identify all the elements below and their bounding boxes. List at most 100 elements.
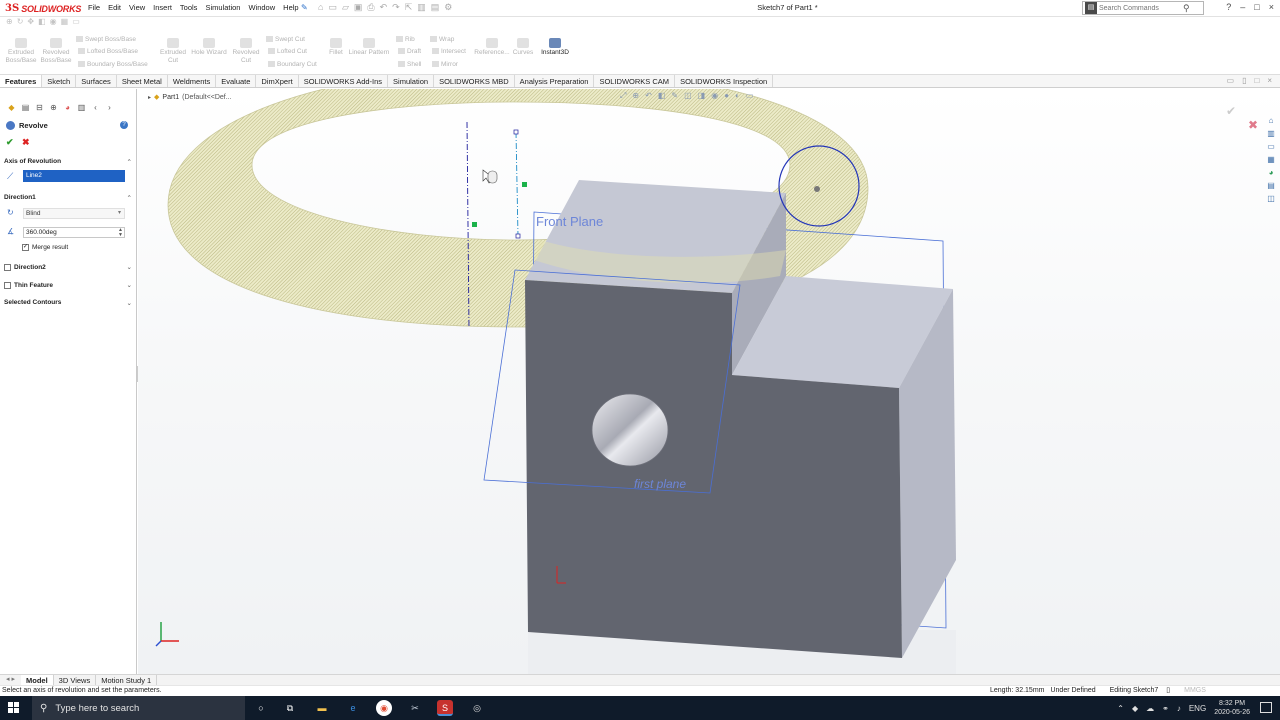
hide-show-icon[interactable]: ◉ [711,91,718,101]
end-condition-select[interactable]: Blind ▾ [23,208,125,219]
selected-contours-section[interactable]: Selected Contours ⌄ [4,299,132,307]
close-doc-icon[interactable]: × [1267,76,1272,85]
tile-doc-icon[interactable]: ▯ [1242,76,1246,85]
mirror-button[interactable]: Mirror [432,61,458,68]
zoom-area-icon[interactable]: ⊕ [632,91,639,101]
tab-features[interactable]: Features [0,75,43,87]
configuration-manager-tab-icon[interactable]: ⊟ [33,102,46,114]
line-endpoint[interactable] [513,129,519,135]
appearance-icon[interactable]: ● [724,91,729,101]
cortana-icon[interactable]: ○ [253,700,269,716]
tab-motion-study[interactable]: Motion Study 1 [96,675,158,685]
display-icon[interactable]: ◉ [50,17,57,31]
breadcrumb[interactable]: ▸ ◆ Part1 (Default<<Def... [148,93,232,102]
display-manager-tab-icon[interactable]: ◕ [61,102,74,114]
pan-icon[interactable]: ✥ [27,17,34,31]
section-icon[interactable]: ▦ [61,17,69,31]
fillet-button[interactable]: Fillet [325,38,347,57]
property-manager-tab-icon[interactable]: ▤ [19,102,32,114]
tabs-next-icon[interactable]: › [103,102,116,114]
display-style-icon[interactable]: ◨ [698,91,706,101]
confirmation-ok-icon[interactable]: ✔ [1226,104,1236,118]
onedrive-icon[interactable]: ☁ [1146,704,1154,713]
tab-model[interactable]: Model [20,675,54,685]
thin-feature-checkbox[interactable] [4,281,11,289]
view-icon[interactable]: ◧ [38,17,46,31]
search-commands-box[interactable]: ▤ ⚲ [1082,1,1204,15]
rebuild-indicator-icon[interactable]: ▯ [1166,686,1170,696]
selected-axis-line[interactable] [515,131,519,237]
task-view-icon[interactable]: ⧉ [282,700,298,716]
boundary-cut-button[interactable]: Boundary Cut [268,61,317,68]
chrome-icon[interactable]: ◉ [376,700,392,716]
hole-wizard-button[interactable]: Hole Wizard [189,38,229,57]
network-icon[interactable]: ⚭ [1162,704,1169,713]
intersect-button[interactable]: Intersect [432,48,466,55]
revolved-cut-button[interactable]: Revolved Cut [229,38,263,65]
view-orientation-icon[interactable]: ◫ [684,91,692,101]
file-explorer-icon[interactable]: ▭ [1267,142,1275,151]
tab-weldments[interactable]: Weldments [168,75,217,87]
tab-3d-views[interactable]: 3D Views [54,675,97,685]
tab-dimxpert[interactable]: DimXpert [256,75,299,87]
direction2-section[interactable]: Direction2 ⌄ [4,263,132,271]
dimxpert-manager-tab-icon[interactable]: ⊕ [47,102,60,114]
start-button[interactable] [8,702,20,714]
draft-button[interactable]: Draft [398,48,421,55]
tab-sketch[interactable]: Sketch [42,75,77,87]
tab-analysis-preparation[interactable]: Analysis Preparation [515,75,595,87]
view-settings-icon[interactable]: ▭ [746,91,754,101]
input-language[interactable]: ENG [1189,704,1206,713]
scene-icon[interactable]: ▭ [72,17,80,31]
help-icon[interactable]: ? [1226,2,1231,12]
extruded-cut-button[interactable]: Extruded Cut [156,38,190,65]
tab-evaluate[interactable]: Evaluate [216,75,257,87]
solidworks-resources-icon[interactable]: ⌂ [1269,116,1274,125]
curves-button[interactable]: Curves [510,38,536,57]
taskbar-search[interactable]: ⚲ Type here to search [32,696,245,720]
tab-scroll-arrows-icon[interactable]: ◂ ▸ [6,675,15,685]
revolved-boss-button[interactable]: Revolved Boss/Base [38,38,74,65]
search-input[interactable] [1099,4,1183,12]
help-icon[interactable]: ? [120,121,128,129]
zoom-icon[interactable]: ⊕ [6,17,13,31]
instant3d-button[interactable]: Instant3D [536,38,574,57]
tab-simulation[interactable]: Simulation [388,75,435,87]
restore-doc-icon[interactable]: ▭ [1227,76,1235,85]
dynamic-annotation-icon[interactable]: ✎ [671,91,678,101]
expand-chevron-icon[interactable]: ⌄ [127,263,132,271]
ok-button[interactable]: ✔ [6,137,14,148]
close-button[interactable]: × [1269,2,1274,12]
previous-view-icon[interactable]: ↶ [645,91,652,101]
swept-cut-button[interactable]: Swept Cut [266,36,305,43]
expand-chevron-icon[interactable]: ⌄ [127,281,132,289]
feature-manager-tab-icon[interactable]: ◆ [5,102,18,114]
units-selector[interactable]: MMGS [1184,686,1206,696]
breadcrumb-part[interactable]: Part1 [162,94,179,101]
appearances-icon[interactable]: ◕ [1269,168,1274,177]
tab-addins[interactable]: SOLIDWORKS Add-Ins [299,75,389,87]
collapse-chevron-icon[interactable]: ⌃ [127,158,132,166]
confirmation-cancel-icon[interactable]: ✖ [1248,118,1258,132]
volume-icon[interactable]: ♪ [1177,704,1181,713]
thin-feature-section[interactable]: Thin Feature ⌄ [4,281,132,289]
solidworks-taskbar-icon[interactable]: S [437,700,453,716]
scene-icon[interactable]: ◐ [735,91,740,101]
design-library-icon[interactable]: ▥ [1267,129,1275,138]
snipping-tool-icon[interactable]: ✂ [407,700,423,716]
extruded-boss-button[interactable]: Extruded Boss/Base [3,38,39,65]
circle-center-point[interactable] [814,186,820,192]
search-scope-icon[interactable]: ▤ [1085,2,1097,14]
angle-input[interactable]: 360.00deg ▲ ▼ [23,227,125,238]
app-icon[interactable]: ◎ [469,700,485,716]
cam-manager-tab-icon[interactable]: ▥ [75,102,88,114]
maximize-doc-icon[interactable]: □ [1254,76,1259,85]
merge-result-checkbox[interactable]: ✓ Merge result [22,244,68,251]
expand-chevron-icon[interactable]: ⌄ [127,299,132,307]
section-view-icon[interactable]: ◧ [658,91,666,101]
swept-boss-button[interactable]: Swept Boss/Base [76,36,136,43]
linear-pattern-button[interactable]: Linear Pattern [345,38,393,57]
clock[interactable]: 8:32 PM 2020-05-26 [1214,699,1250,717]
direction1-section[interactable]: Direction1 ⌃ [4,194,132,202]
custom-properties-icon[interactable]: ▤ [1267,181,1275,190]
